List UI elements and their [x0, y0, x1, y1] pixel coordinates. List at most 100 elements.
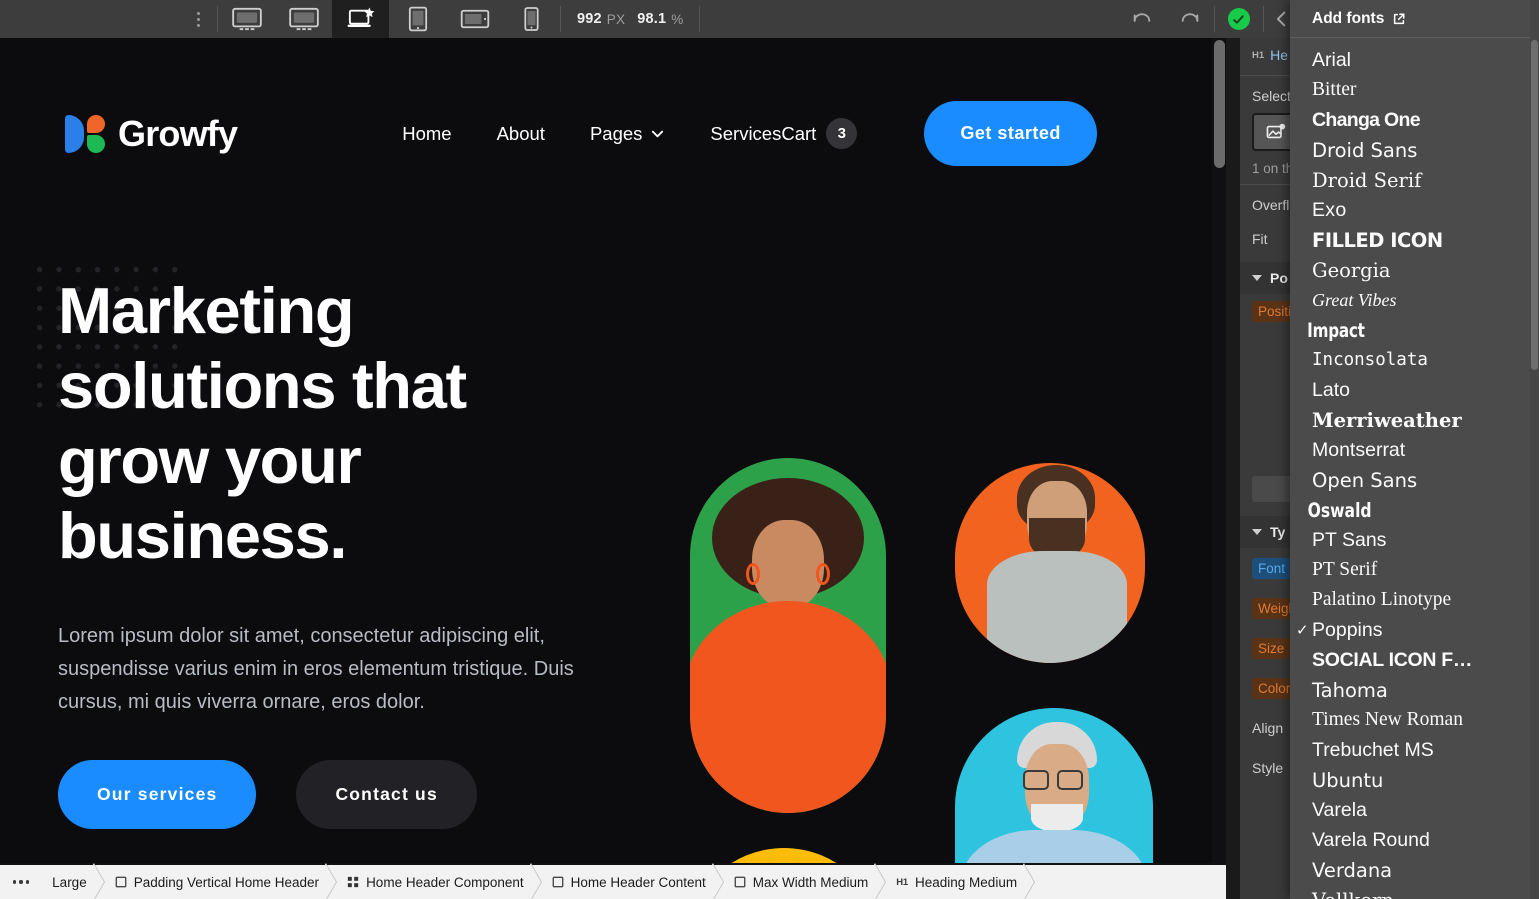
font-option-pt-sans[interactable]: PT Sans: [1290, 525, 1539, 555]
font-option-poppins[interactable]: ✓ Poppins: [1290, 615, 1539, 645]
box-icon: [115, 876, 127, 888]
font-list-scrollbar[interactable]: [1530, 0, 1539, 899]
font-option-filled-icon[interactable]: FILLED ICON: [1290, 225, 1539, 255]
font-option-pt-serif[interactable]: PT Serif: [1290, 555, 1539, 585]
font-option-varela[interactable]: Varela: [1290, 795, 1539, 825]
canvas-scrollbar-thumb[interactable]: [1214, 40, 1225, 168]
font-option-social-icon-f[interactable]: SOCIAL ICON F…: [1290, 645, 1539, 675]
check-circle-icon: [1227, 8, 1250, 30]
nav-link-pages[interactable]: Pages: [590, 123, 665, 145]
editor-window: 992 PX 98.1 % Growfy Home About Pages Se…: [0, 0, 1539, 899]
device-button-laptop[interactable]: [332, 0, 389, 38]
device-button-mobile[interactable]: [503, 0, 560, 38]
font-option-bitter[interactable]: Bitter: [1290, 75, 1539, 105]
font-option-verdana[interactable]: Verdana: [1290, 855, 1539, 885]
font-option-merriweather[interactable]: Merriweather: [1290, 405, 1539, 435]
shirt: [987, 551, 1127, 663]
font-option-trebuchet-ms[interactable]: Trebuchet MS: [1290, 735, 1539, 765]
redo-button[interactable]: [1166, 0, 1214, 38]
save-status-button[interactable]: [1215, 0, 1263, 38]
font-option-montserrat[interactable]: Montserrat: [1290, 435, 1539, 465]
logo-shape-orange: [87, 114, 105, 133]
font-list-scrollbar-thumb[interactable]: [1531, 40, 1538, 370]
breadcrumb-item[interactable]: Padding Vertical Home Header: [103, 863, 338, 899]
site-logo[interactable]: Growfy: [65, 112, 238, 156]
font-option-exo[interactable]: Exo: [1290, 195, 1539, 225]
device-button-desktop-large[interactable]: [218, 0, 275, 38]
get-started-button[interactable]: Get started: [924, 101, 1097, 166]
hero-buttons: Our services Contact us: [58, 760, 678, 829]
hero-content: Marketing solutions that grow your busin…: [58, 273, 678, 829]
dot: [197, 11, 200, 15]
font-option-droid-serif[interactable]: Droid Serif: [1290, 165, 1539, 195]
font-option-label: Great Vibes: [1312, 289, 1397, 310]
contact-us-button[interactable]: Contact us: [296, 760, 477, 829]
device-button-tablet-landscape[interactable]: [446, 0, 503, 38]
undo-icon: [1133, 13, 1151, 22]
breadcrumb-label: Home Header Component: [366, 874, 524, 890]
font-option-great-vibes[interactable]: Great Vibes: [1290, 285, 1539, 315]
style-label: Style: [1252, 760, 1284, 776]
font-option-inconsolata[interactable]: Inconsolata: [1290, 345, 1539, 375]
photo-man-cyan[interactable]: [955, 708, 1153, 863]
font-option-impact[interactable]: Impact: [1290, 315, 1484, 345]
font-option-varela-round[interactable]: Varela Round: [1290, 825, 1539, 855]
font-option-label: Trebuchet MS: [1312, 738, 1434, 761]
font-option-lato[interactable]: Lato: [1290, 375, 1539, 405]
our-services-button[interactable]: Our services: [58, 760, 257, 829]
nav-link-label: Home: [402, 122, 452, 144]
font-option-arial[interactable]: Arial: [1290, 45, 1539, 75]
nav-link-services[interactable]: Services: [710, 123, 781, 145]
hero-photo-collage: [655, 458, 1175, 863]
breadcrumb-item[interactable]: Home Header Content: [540, 863, 724, 899]
font-option-label: Tahoma: [1312, 678, 1388, 702]
font-dropdown: Add fonts Arial Bitter Changa One Droid San…: [1290, 0, 1539, 899]
photo-man-orange[interactable]: [955, 463, 1145, 663]
add-fonts-button[interactable]: Add fonts: [1290, 0, 1539, 38]
breadcrumb-item[interactable]: Max Width Medium: [722, 863, 886, 899]
font-option-oswald[interactable]: Oswald: [1290, 495, 1489, 525]
ellipsis-dot: [25, 880, 30, 884]
photo-man-yellow[interactable]: [685, 848, 883, 863]
nav-link-about[interactable]: About: [497, 123, 545, 145]
photo-woman-green[interactable]: [690, 458, 886, 813]
breadcrumb-item[interactable]: H1 Heading Medium: [884, 863, 1035, 899]
nav-link-home[interactable]: Home: [402, 123, 451, 145]
font-option-label: Poppins: [1312, 618, 1383, 641]
font-option-tahoma[interactable]: Tahoma: [1290, 675, 1539, 705]
font-option-vollkorn[interactable]: Vollkorn: [1290, 885, 1539, 899]
canvas-viewport[interactable]: Growfy Home About Pages Services Cart 3 Get…: [0, 38, 1226, 863]
cart-link[interactable]: Cart 3: [781, 118, 858, 149]
device-button-tablet-portrait[interactable]: [389, 0, 446, 38]
toolbar-left-spacer: [0, 0, 180, 38]
font-option-label: Verdana: [1312, 858, 1393, 882]
font-option-droid-sans[interactable]: Droid Sans: [1290, 135, 1539, 165]
breadcrumb-item[interactable]: Home Header Component: [335, 863, 542, 899]
font-option-open-sans[interactable]: Open Sans: [1290, 465, 1539, 495]
font-option-changa-one[interactable]: Changa One: [1290, 105, 1539, 135]
font-option-georgia[interactable]: Georgia: [1290, 255, 1539, 285]
breadcrumb-label: Large: [52, 874, 87, 890]
toolbar-more-menu[interactable]: [180, 0, 217, 38]
box-icon: [552, 876, 564, 888]
hero-paragraph: Lorem ipsum dolor sit amet, consectetur …: [58, 625, 574, 713]
font-option-times-new-roman[interactable]: Times New Roman: [1290, 705, 1539, 735]
font-option-label: Montserrat: [1312, 438, 1406, 461]
canvas-size-zoom[interactable]: 992 PX 98.1 %: [561, 0, 699, 38]
breadcrumb-icon: H1: [896, 877, 908, 888]
breadcrumb-item[interactable]: Large: [40, 863, 105, 899]
font-option-label: Exo: [1312, 198, 1347, 221]
check-glyph: [1233, 14, 1245, 24]
grid-icon: [347, 876, 359, 888]
device-button-desktop[interactable]: [275, 0, 332, 38]
font-option-palatino-linotype[interactable]: Palatino Linotype: [1290, 585, 1539, 615]
selection-count-label: 1 on th: [1252, 160, 1294, 176]
font-label: Font: [1252, 557, 1292, 579]
undo-button[interactable]: [1118, 0, 1166, 38]
font-option-ubuntu[interactable]: Ubuntu: [1290, 765, 1539, 795]
font-option-label: Changa One: [1312, 108, 1421, 131]
breadcrumb-label: Padding Vertical Home Header: [133, 874, 320, 890]
canvas-scrollbar[interactable]: [1212, 38, 1226, 863]
breadcrumb-overflow-button[interactable]: [0, 880, 40, 884]
zoom-unit: %: [671, 11, 684, 27]
